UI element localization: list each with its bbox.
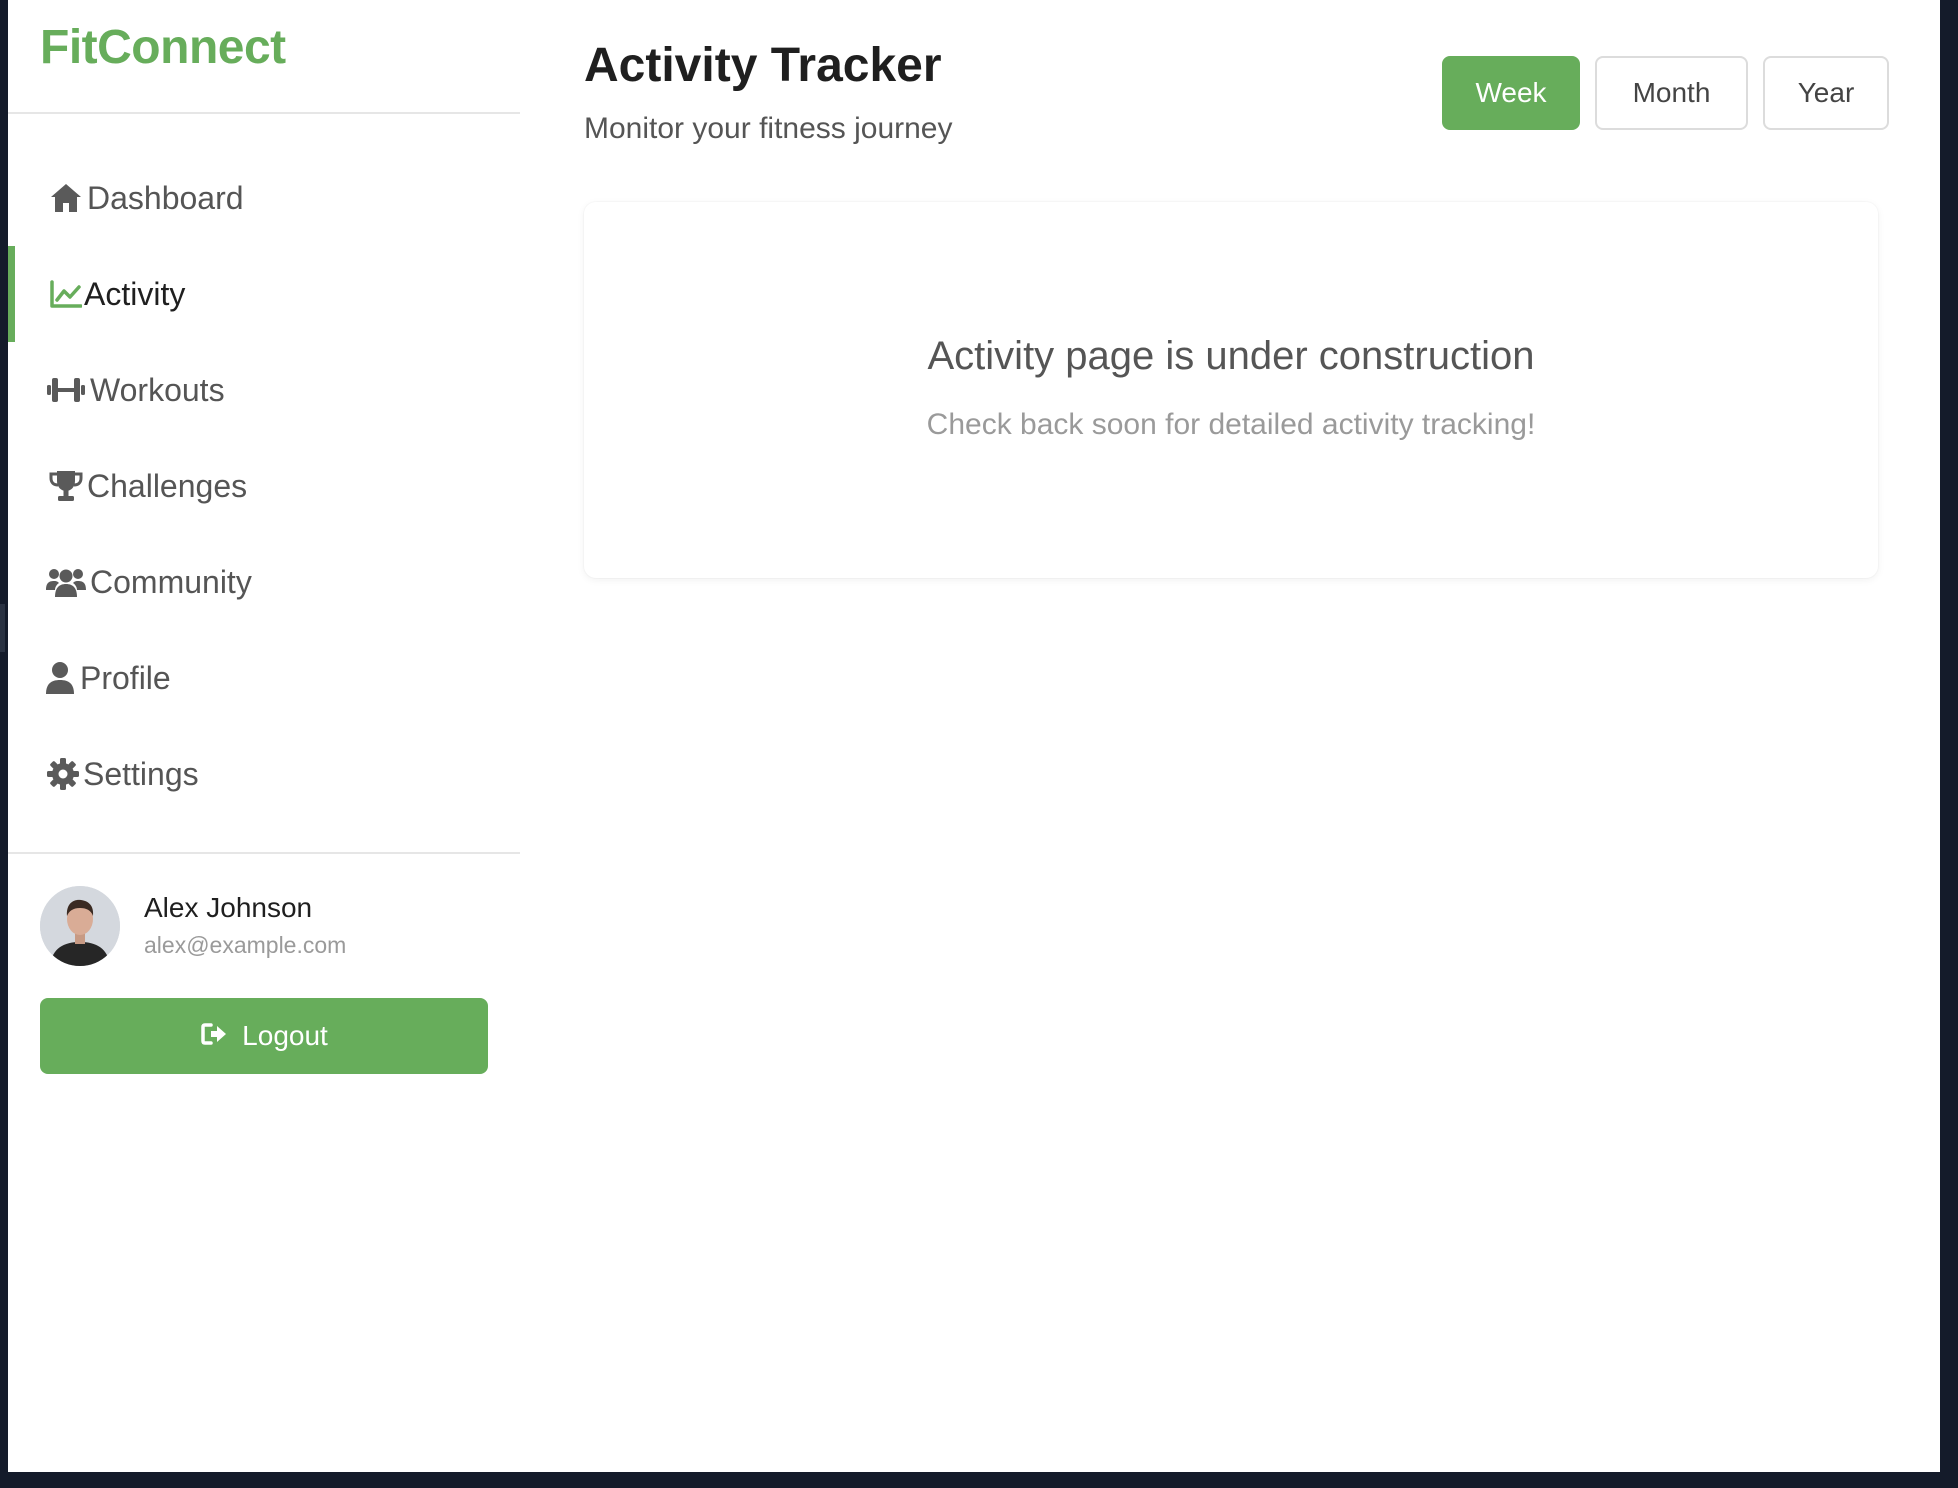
user-name: Alex Johnson — [144, 892, 313, 923]
sign-out-icon — [200, 1022, 228, 1051]
brand-logo-text[interactable]: FitConnect — [40, 20, 286, 75]
placeholder-title: Activity page is under construction — [927, 334, 1535, 378]
sidebar-item-profile[interactable]: Profile — [8, 630, 520, 726]
sidebar-item-community[interactable]: Community — [8, 534, 520, 630]
sidebar-item-settings[interactable]: Settings — [8, 726, 520, 822]
sidebar-item-label: Settings — [83, 755, 199, 792]
placeholder-message: Check back soon for detailed activity tr… — [926, 408, 1536, 441]
tab-year[interactable]: Year — [1763, 56, 1889, 130]
sidebar: FitConnect Dashboard Activity Workouts C… — [8, 0, 521, 1472]
user-icon — [46, 658, 74, 698]
sidebar-item-label: Dashboard — [87, 179, 244, 216]
tab-week[interactable]: Week — [1442, 56, 1580, 130]
dumbbell-icon — [46, 370, 86, 410]
sidebar-item-label: Workouts — [90, 371, 225, 408]
sidebar-item-workouts[interactable]: Workouts — [8, 342, 520, 438]
brand-header: FitConnect — [8, 0, 520, 114]
tab-month[interactable]: Month — [1595, 56, 1748, 130]
logout-label: Logout — [242, 1020, 328, 1051]
home-icon — [46, 178, 86, 218]
avatar[interactable] — [40, 886, 120, 966]
users-icon — [46, 562, 86, 602]
sidebar-item-label: Challenges — [87, 467, 248, 504]
sidebar-item-dashboard[interactable]: Dashboard — [8, 150, 520, 246]
logout-button[interactable]: Logout — [40, 998, 488, 1074]
user-section-divider — [8, 852, 520, 854]
main-content: Activity Tracker Monitor your fitness jo… — [520, 0, 1940, 1472]
placeholder-card: Activity page is under construction Chec… — [584, 202, 1878, 578]
page-title: Activity Tracker — [584, 39, 942, 92]
sidebar-item-label: Community — [90, 563, 252, 600]
chart-line-icon — [46, 274, 86, 314]
sidebar-item-activity[interactable]: Activity — [8, 246, 520, 342]
gear-icon — [46, 754, 80, 794]
page-subtitle: Monitor your fitness journey — [584, 112, 953, 145]
trophy-icon — [46, 466, 86, 506]
sidebar-item-challenges[interactable]: Challenges — [8, 438, 520, 534]
sidebar-item-label: Profile — [80, 659, 171, 696]
app-window: FitConnect Dashboard Activity Workouts C… — [8, 0, 1940, 1472]
window-resize-handle[interactable] — [0, 604, 5, 652]
sidebar-nav: Dashboard Activity Workouts Challenges C… — [8, 150, 520, 822]
user-email: alex@example.com — [144, 932, 347, 958]
sidebar-item-label: Activity — [84, 275, 186, 312]
